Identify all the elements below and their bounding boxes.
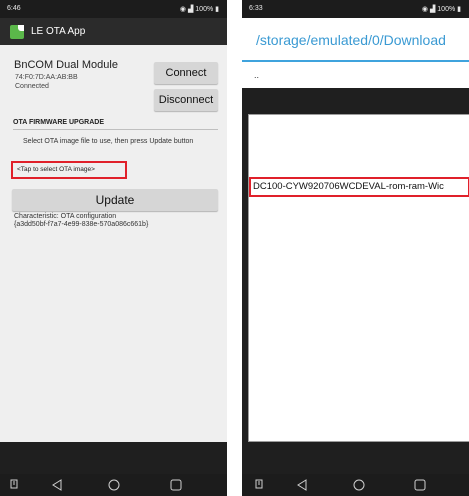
left-phone-screen: 6:46 ◉ ▟ 100% ▮ LE OTA App BnCOM Dual Mo… — [0, 0, 227, 496]
home-icon[interactable] — [353, 479, 365, 491]
back-icon[interactable] — [297, 479, 307, 491]
app-icon — [10, 25, 24, 39]
status-icons: ◉ ▟ 100% ▮ — [180, 5, 219, 13]
signal-icon: ▟ — [187, 6, 194, 13]
recent-apps-icon[interactable] — [255, 479, 263, 489]
app-bar: LE OTA App — [0, 18, 227, 45]
characteristic-label: Characteristic: OTA configuration — [14, 213, 117, 220]
navigation-bar — [0, 474, 227, 496]
home-icon[interactable] — [108, 479, 120, 491]
status-bar: 6:46 ◉ ▟ 100% ▮ — [0, 0, 227, 18]
signal-icon: ▟ — [429, 6, 436, 13]
battery-icon: ▮ — [215, 6, 219, 13]
wifi-icon: ◉ — [421, 6, 428, 13]
section-header: OTA FIRMWARE UPGRADE — [13, 119, 104, 126]
instruction-text: Select OTA image file to use, then press… — [23, 138, 194, 145]
file-entry[interactable]: DC100-CYW920706WCDEVAL-rom-ram-Wic — [249, 177, 469, 197]
connect-button[interactable]: Connect — [154, 62, 218, 84]
ota-main-content: BnCOM Dual Module 74:F0:7D:AA:AB:BB Conn… — [0, 45, 227, 442]
status-bar: 6:33 ◉ ▟ 100% ▮ — [242, 0, 469, 18]
characteristic-uuid: {a3dd50bf-f7a7-4e99-838e-570a086c661b} — [14, 221, 149, 228]
battery-level: 100% — [195, 6, 214, 13]
parent-folder-entry[interactable]: .. — [254, 70, 259, 80]
overview-icon[interactable] — [170, 479, 182, 491]
battery-icon: ▮ — [457, 6, 461, 13]
right-phone-screen: 6:33 ◉ ▟ 100% ▮ /storage/emulated/0/Down… — [242, 0, 469, 496]
status-time: 6:46 — [7, 5, 21, 12]
file-list: DC100-CYW920706WCDEVAL-rom-ram-Wic — [248, 114, 469, 442]
status-time: 6:33 — [249, 5, 263, 12]
battery-level: 100% — [437, 6, 456, 13]
navigation-bar — [242, 474, 469, 496]
status-icons: ◉ ▟ 100% ▮ — [422, 5, 461, 13]
device-address: 74:F0:7D:AA:AB:BB — [15, 74, 78, 81]
wifi-icon: ◉ — [179, 6, 186, 13]
disconnect-button[interactable]: Disconnect — [154, 89, 218, 111]
file-path-bar: /storage/emulated/0/Download — [242, 18, 469, 62]
connection-status: Connected — [15, 83, 49, 90]
device-name: BnCOM Dual Module — [14, 59, 118, 71]
recent-apps-icon[interactable] — [10, 479, 18, 489]
back-icon[interactable] — [52, 479, 62, 491]
overview-icon[interactable] — [414, 479, 426, 491]
update-button[interactable]: Update — [12, 189, 218, 211]
select-ota-image[interactable]: <Tap to select OTA image> — [11, 161, 127, 179]
parent-folder-row[interactable]: .. — [242, 62, 469, 88]
section-divider — [13, 129, 218, 130]
app-title: LE OTA App — [31, 26, 86, 37]
current-path: /storage/emulated/0/Download — [256, 32, 446, 48]
